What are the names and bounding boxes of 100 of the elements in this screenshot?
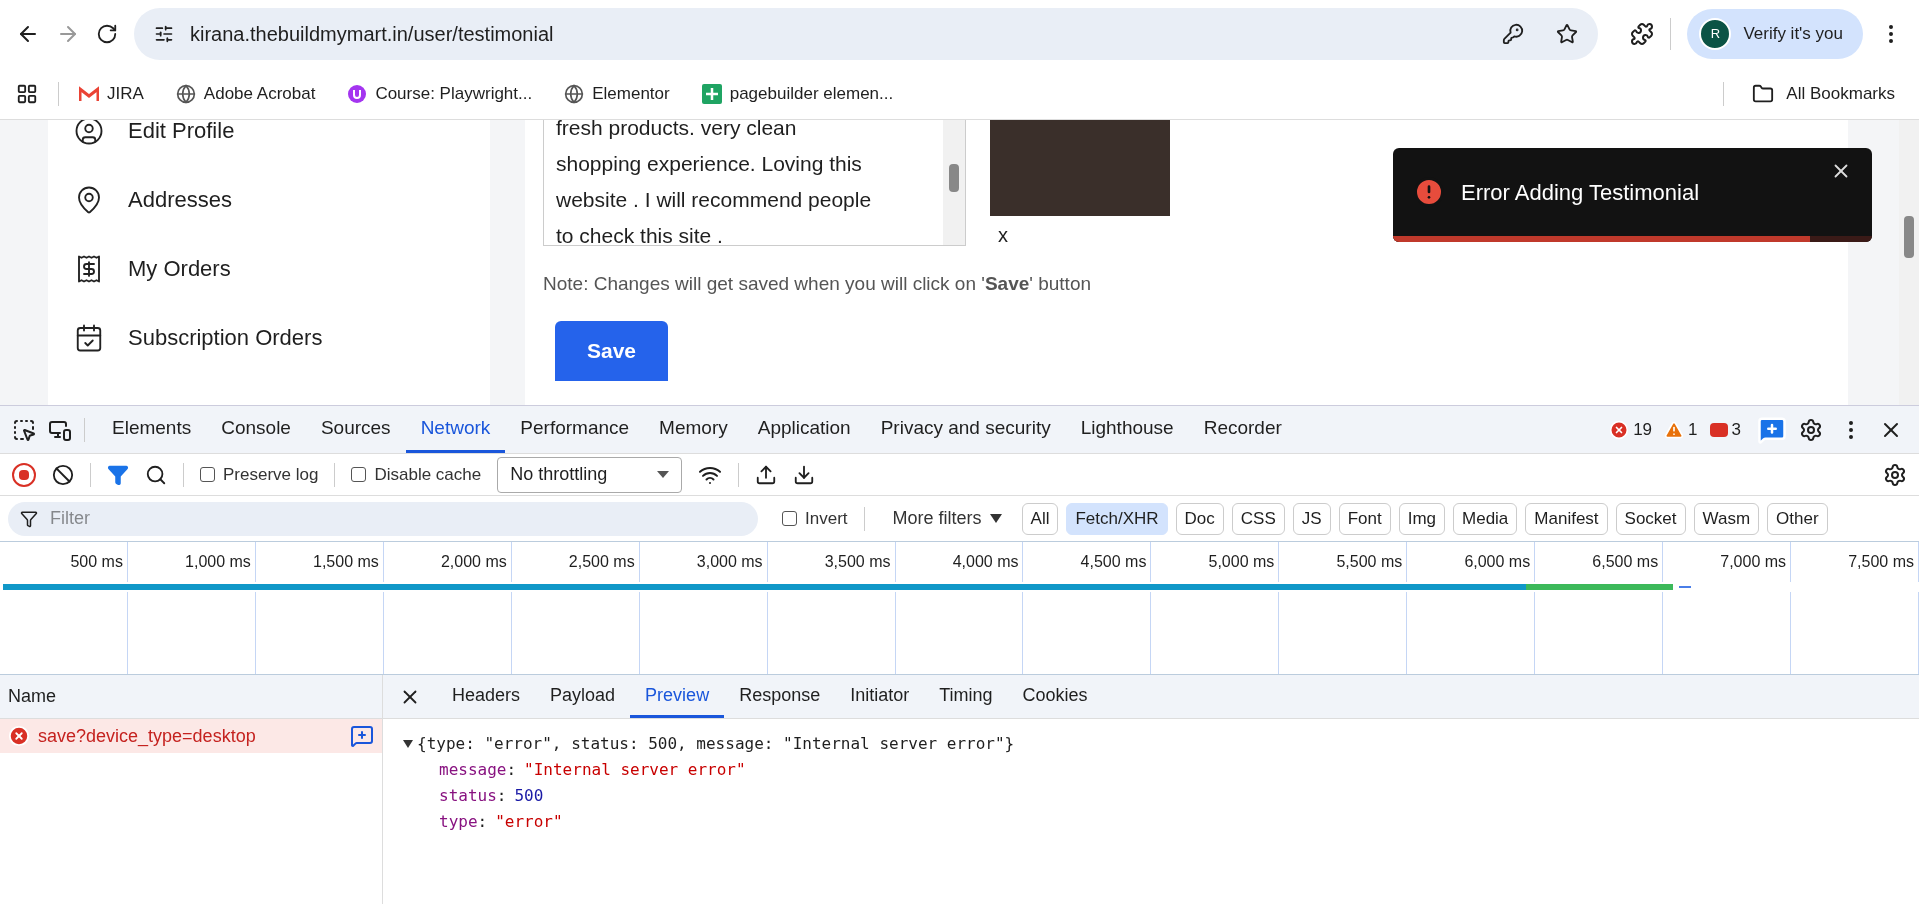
save-note: Note: Changes will get saved when you will click on 'Save' button xyxy=(543,272,1092,296)
sidebar-item[interactable]: My Orders xyxy=(74,252,490,285)
detail-tab[interactable]: Headers xyxy=(437,675,536,718)
timeline-tick-label: 4,500 ms xyxy=(1023,542,1152,582)
network-settings-icon[interactable] xyxy=(1883,462,1907,487)
type-filter-chip[interactable]: Wasm xyxy=(1693,502,1760,535)
globe-icon xyxy=(564,83,585,104)
sidebar-item[interactable]: Addresses xyxy=(74,183,490,216)
toast-message: Error Adding Testimonial xyxy=(1461,178,1700,207)
all-bookmarks-link[interactable]: All Bookmarks xyxy=(1752,80,1895,107)
expand-triangle-icon[interactable] xyxy=(403,740,413,748)
preview-summary: {type: "error", status: 500, message: "Internal server error"} xyxy=(417,733,1015,755)
devtools-tab[interactable]: Elements xyxy=(97,406,207,453)
detail-tab[interactable]: Timing xyxy=(924,675,1008,718)
testimonial-textarea[interactable]: fresh products. very clean shopping experience. Loving this website . I will recommend people to check this site . xyxy=(543,120,966,246)
testimonial-text-line: to check this site . xyxy=(556,223,724,245)
type-filter-chip[interactable]: Doc xyxy=(1175,502,1224,535)
course-icon xyxy=(347,83,368,104)
warning-count-icon[interactable] xyxy=(1664,419,1685,440)
throttling-dropdown[interactable]: No throttling xyxy=(497,456,683,493)
sidebar-item[interactable]: Subscription Orders xyxy=(74,321,490,354)
devtools-tab[interactable]: Console xyxy=(206,406,306,453)
detail-tab[interactable]: Preview xyxy=(630,675,725,718)
mail-icon xyxy=(79,85,99,102)
timeline-tick-label: 3,500 ms xyxy=(767,542,896,582)
issues-count: 3 xyxy=(1731,418,1741,441)
export-icon[interactable] xyxy=(793,463,816,486)
dropdown-caret-icon xyxy=(657,471,670,478)
bookmark-star-icon[interactable] xyxy=(1556,23,1579,45)
ai-assistance-icon[interactable] xyxy=(350,724,374,748)
dropdown-caret-icon xyxy=(989,514,1002,523)
save-button[interactable]: Save xyxy=(555,320,668,381)
type-filter-chip[interactable]: Font xyxy=(1338,502,1391,535)
checkbox[interactable] xyxy=(782,511,797,526)
filter-field[interactable]: Filter xyxy=(8,501,758,536)
type-filter-chip[interactable]: CSS xyxy=(1231,502,1285,535)
type-filter-chip[interactable]: All xyxy=(1021,502,1059,535)
globe-icon xyxy=(175,83,196,104)
type-filter-chip[interactable]: Socket xyxy=(1615,502,1686,535)
error-count-icon[interactable] xyxy=(1609,419,1630,440)
request-row[interactable]: save?device_type=desktop xyxy=(0,719,382,753)
checkbox-label: Invert xyxy=(805,507,848,530)
property-value: "Internal server error" xyxy=(524,759,746,781)
testimonial-text-line: shopping experience. Loving this xyxy=(556,151,863,177)
search-icon[interactable] xyxy=(145,463,167,486)
detail-tab[interactable]: Response xyxy=(724,675,836,718)
remove-image-link[interactable]: x xyxy=(998,220,1170,250)
key-icon[interactable] xyxy=(1502,23,1525,45)
checkbox-label: Disable cache xyxy=(374,463,482,486)
checkbox[interactable] xyxy=(351,467,367,482)
site-settings-icon[interactable] xyxy=(154,24,174,44)
issues-icon[interactable] xyxy=(1709,422,1728,437)
request-name: save?device_type=desktop xyxy=(38,724,256,749)
detail-tab[interactable]: Initiator xyxy=(835,675,925,718)
devtools-tab[interactable]: Recorder xyxy=(1188,406,1297,453)
type-filter-chip[interactable]: JS xyxy=(1292,502,1331,535)
timeline-tick-label: 1,000 ms xyxy=(127,542,256,582)
devtools-tab[interactable]: Sources xyxy=(305,406,406,453)
checkbox-label: Preserve log xyxy=(223,463,319,486)
timeline-tick-label: 5,000 ms xyxy=(1151,542,1280,582)
devtools-tab[interactable]: Lighthouse xyxy=(1065,406,1189,453)
devtools-tab[interactable]: Memory xyxy=(644,406,743,453)
bookmark-link[interactable]: Adobe Acrobat xyxy=(175,80,316,107)
inspect-icon[interactable] xyxy=(12,417,36,442)
user-icon xyxy=(74,120,104,146)
type-filter-chip[interactable]: Manifest xyxy=(1525,502,1608,535)
timeline-tick-label: 7,000 ms xyxy=(1663,542,1792,582)
type-filter-chip[interactable]: Media xyxy=(1453,502,1518,535)
import-icon[interactable] xyxy=(755,463,778,486)
detail-tab[interactable]: Cookies xyxy=(1007,675,1103,718)
bookmark-link[interactable]: pagebuilder elemen... xyxy=(701,80,894,107)
avatar: R xyxy=(1699,18,1732,50)
detail-tab[interactable]: Payload xyxy=(535,675,631,718)
colon: : xyxy=(477,811,488,833)
settings-icon[interactable] xyxy=(1799,417,1823,442)
devtools-tab[interactable]: Privacy and security xyxy=(865,406,1066,453)
type-filter-chip[interactable]: Fetch/XHR xyxy=(1066,502,1168,535)
bookmark-link[interactable]: Elementor xyxy=(564,80,670,107)
more-filters-dropdown[interactable]: More filters xyxy=(892,505,1002,532)
bookmark-link[interactable]: Course: Playwright... xyxy=(347,80,533,107)
property-value: 500 xyxy=(514,785,544,807)
type-filter-chip[interactable]: Img xyxy=(1398,502,1445,535)
colon: : xyxy=(496,785,507,807)
devtools-tab[interactable]: Network xyxy=(405,406,506,453)
timeline-tick-label: 500 ms xyxy=(0,542,128,582)
type-filter-chip[interactable]: Other xyxy=(1767,502,1828,535)
devtools-tab[interactable]: Application xyxy=(742,406,866,453)
record-icon[interactable] xyxy=(12,462,36,487)
apps-icon[interactable] xyxy=(16,82,38,105)
address-bar[interactable]: kirana.thebuildmymart.in/user/testimonial xyxy=(134,8,1599,60)
reload-icon[interactable] xyxy=(96,23,118,45)
checkbox[interactable] xyxy=(200,467,215,482)
devtools-tab[interactable]: Performance xyxy=(505,406,645,453)
profile-button[interactable]: R Verify it's you xyxy=(1687,9,1863,59)
sidebar-item[interactable]: Edit Profile xyxy=(74,120,490,147)
filter-icon[interactable] xyxy=(107,463,129,486)
extensions-icon[interactable] xyxy=(1630,22,1655,46)
timeline-tick-label: 7,500 ms xyxy=(1791,542,1919,582)
bookmark-link[interactable]: JIRA xyxy=(79,80,144,107)
clear-icon[interactable] xyxy=(52,463,74,486)
